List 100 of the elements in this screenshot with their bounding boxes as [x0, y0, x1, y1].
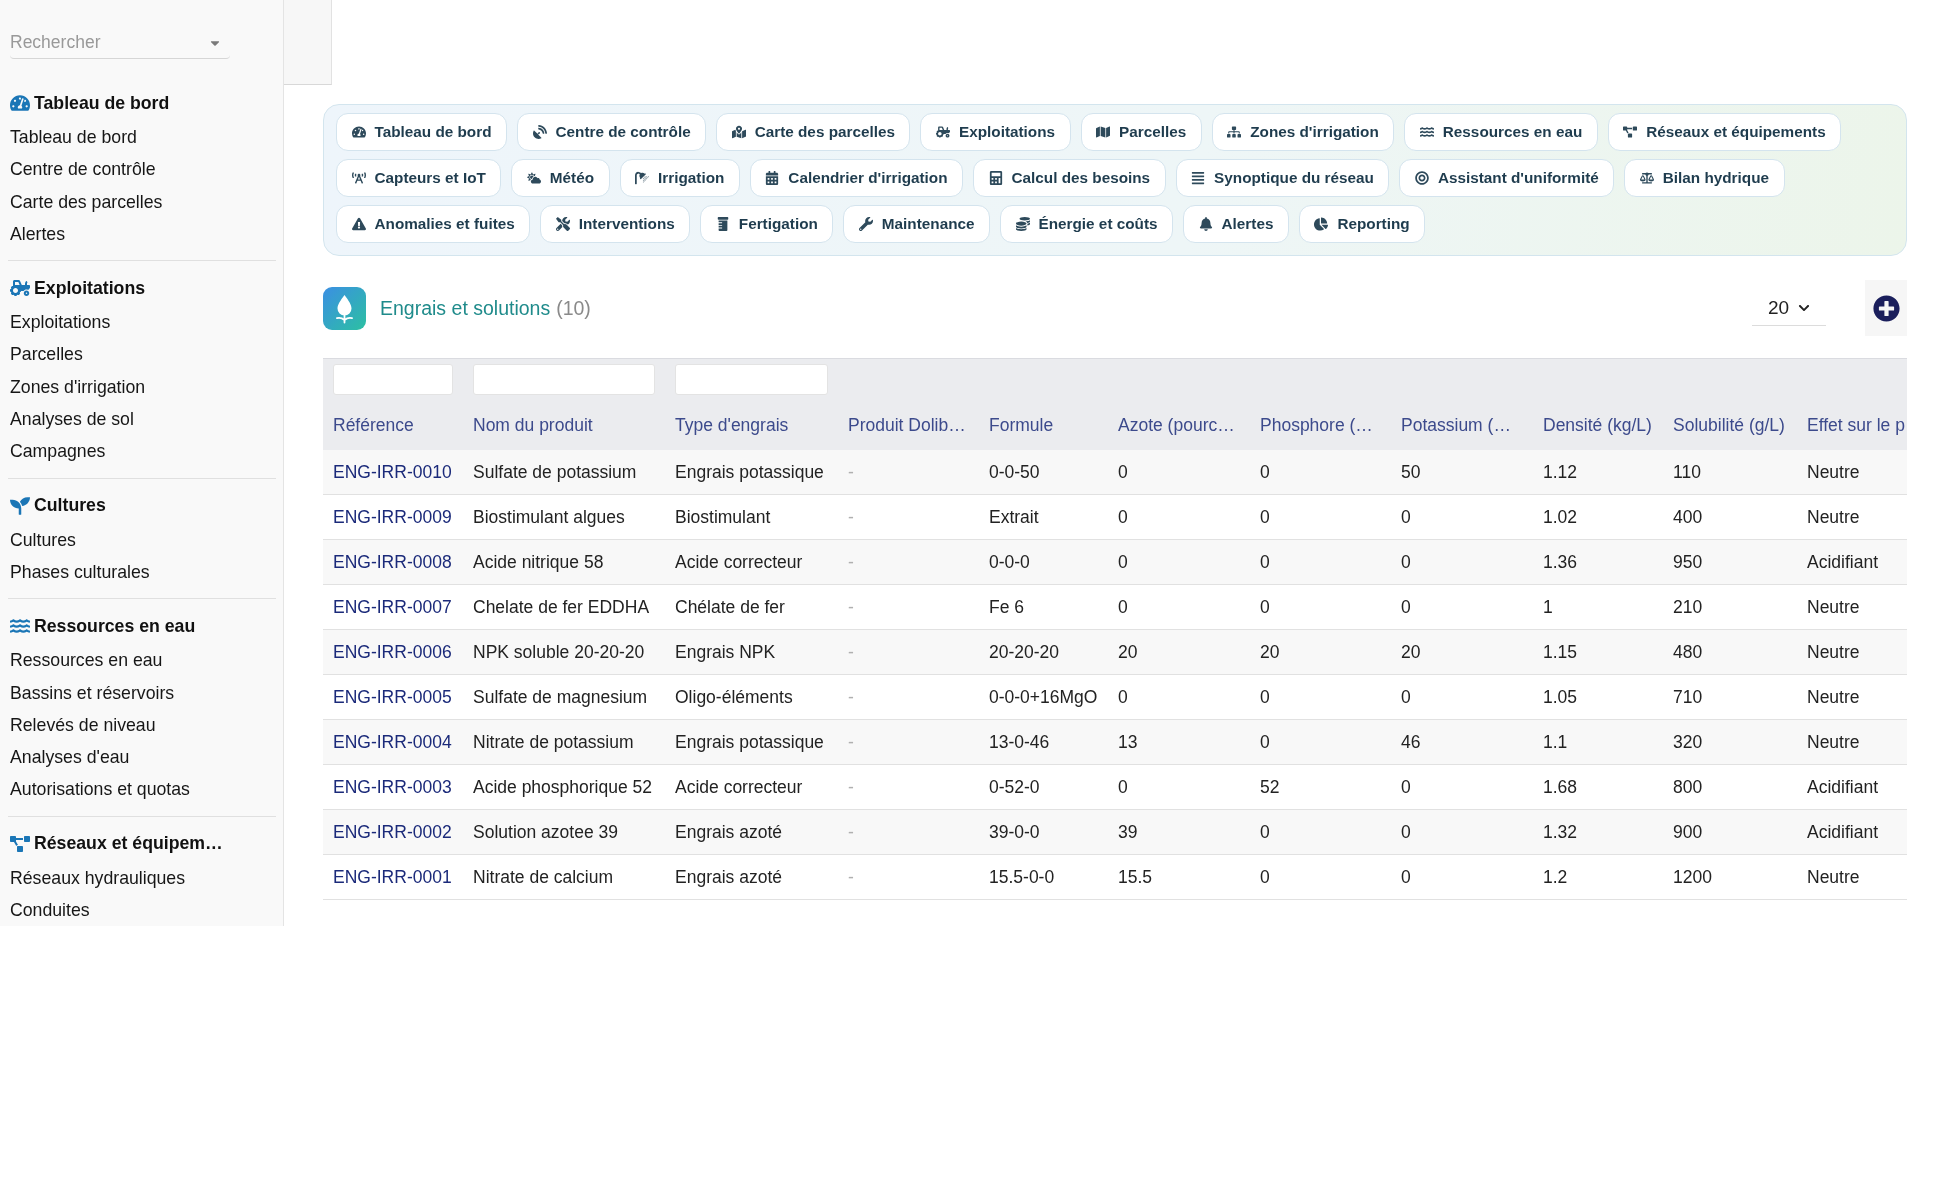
table-cell: 0-0-0 [979, 540, 1108, 585]
nav-button[interactable]: Maintenance [843, 205, 990, 243]
sidebar-section-title: Exploitations [34, 277, 146, 299]
sidebar-item[interactable]: Alertes [10, 217, 66, 251]
sidebar-section-title: Ressources en eau [34, 615, 196, 637]
water-waves-icon [1419, 125, 1434, 139]
nav-button[interactable]: Synoptique du réseau [1175, 159, 1390, 197]
sidebar-item[interactable]: Zones d'irrigation [10, 370, 146, 404]
nav-button[interactable]: Interventions [540, 205, 691, 243]
gauge-icon [351, 125, 366, 139]
bottle-icon [715, 217, 730, 231]
sidebar-item[interactable]: Analyses d'eau [10, 741, 130, 774]
table-cell: 0 [1391, 810, 1533, 855]
nav-button[interactable]: Calendrier d'irrigation [749, 159, 964, 197]
column-header[interactable]: Référence [333, 414, 414, 435]
column-header[interactable]: Effet sur le p [1807, 414, 1905, 435]
table-cell: 13 [1108, 720, 1250, 765]
filter-field[interactable] [473, 364, 655, 395]
sidebar-item[interactable]: Relevés de niveau [10, 708, 156, 742]
table-cell: 480 [1663, 630, 1797, 675]
nav-button[interactable]: Capteurs et IoT [336, 159, 502, 197]
lines-icon [1191, 171, 1206, 185]
target-icon [1414, 171, 1429, 185]
reference-link[interactable]: ENG-IRR-0001 [333, 866, 452, 888]
column-header[interactable]: Solubilité (g/L) [1673, 414, 1785, 435]
table-cell: 0 [1250, 810, 1391, 855]
nav-button[interactable]: Réseaux et équipements [1607, 113, 1842, 151]
nav-button[interactable]: Fertigation [700, 205, 834, 243]
calculator-icon [988, 171, 1003, 185]
column-header[interactable]: Densité (kg/L) [1543, 414, 1652, 435]
table-cell: - [838, 810, 979, 855]
nav-button[interactable]: Assistant d'uniformité [1399, 159, 1615, 197]
sidebar-item[interactable]: Conduites [10, 894, 90, 927]
table-cell: 320 [1663, 720, 1797, 765]
page-size-select[interactable]: 20 [1752, 290, 1826, 326]
table-cell: Engrais potassique [665, 450, 838, 495]
hierarchy-icon [1227, 125, 1242, 139]
sidebar-item[interactable]: Bassins et réservoirs [10, 676, 175, 709]
nav-button[interactable]: Zones d'irrigation [1211, 113, 1395, 151]
sidebar-item[interactable]: Analyses de sol [10, 403, 134, 436]
sidebar-item[interactable]: Campagnes [10, 435, 106, 468]
nav-button[interactable]: Reporting [1298, 205, 1426, 243]
column-header[interactable]: Potassium (… [1401, 414, 1511, 435]
sidebar-item[interactable]: Carte des parcelles [10, 185, 163, 218]
nav-button[interactable]: Tableau de bord [336, 113, 507, 151]
sidebar-item[interactable]: Exploitations [10, 306, 111, 339]
column-header[interactable]: Formule [989, 414, 1054, 435]
sidebar-item[interactable]: Tableau de bord [10, 121, 137, 154]
sidebar-item[interactable]: Parcelles [10, 338, 83, 371]
sidebar-item[interactable]: Autorisations et quotas [10, 773, 190, 806]
table-cell: Sulfate de potassium [463, 450, 665, 495]
column-header[interactable]: Azote (pourc… [1118, 414, 1235, 435]
reference-link[interactable]: ENG-IRR-0007 [333, 596, 452, 618]
table-cell: Engrais potassique [665, 720, 838, 765]
table-cell: 900 [1663, 810, 1797, 855]
sidebar-item[interactable]: Phases culturales [10, 555, 150, 589]
table-cell: Nitrate de potassium [463, 720, 665, 765]
table-cell: 50 [1391, 450, 1533, 495]
sidebar-item[interactable]: Ressources en eau [10, 644, 163, 677]
sidebar-item[interactable]: Centre de contrôle [10, 153, 156, 186]
search-field[interactable]: Rechercher [10, 27, 230, 59]
nav-button[interactable]: Alertes [1183, 205, 1289, 243]
nav-button[interactable]: Bilan hydrique [1624, 159, 1785, 197]
map-pin-icon [731, 125, 746, 139]
table-cell: Acidifiant [1797, 810, 1907, 855]
sidebar-item[interactable]: Réseaux hydrauliques [10, 861, 186, 895]
table-cell: 0 [1250, 720, 1391, 765]
reference-link[interactable]: ENG-IRR-0009 [333, 506, 452, 528]
column-header[interactable]: Type d'engrais [675, 414, 789, 435]
table-cell: - [838, 540, 979, 585]
satellite-dish-icon [532, 125, 547, 139]
column-header[interactable]: Nom du produit [473, 414, 593, 435]
sidebar-section-title: Cultures [34, 495, 106, 517]
sidebar-item[interactable]: Cultures [10, 523, 76, 556]
filter-field[interactable] [333, 364, 453, 395]
nav-button[interactable]: Exploitations [920, 113, 1071, 151]
nav-button[interactable]: Anomalies et fuites [336, 205, 531, 243]
nav-button[interactable]: Ressources en eau [1404, 113, 1598, 151]
table-cell: Neutre [1797, 630, 1907, 675]
table-cell: 950 [1663, 540, 1797, 585]
reference-link[interactable]: ENG-IRR-0005 [333, 686, 452, 708]
nav-button[interactable]: Carte des parcelles [716, 113, 911, 151]
column-header[interactable]: Phosphore (… [1260, 414, 1373, 435]
nav-button[interactable]: Parcelles [1080, 113, 1202, 151]
filter-field[interactable] [675, 364, 828, 395]
table-cell: Neutre [1797, 450, 1907, 495]
nav-button[interactable]: Calcul des besoins [973, 159, 1166, 197]
warning-icon [351, 217, 366, 231]
add-button[interactable] [1865, 280, 1907, 336]
nav-button[interactable]: Irrigation [619, 159, 740, 197]
nav-button[interactable]: Énergie et coûts [1000, 205, 1174, 243]
column-header[interactable]: Produit Dolib… [848, 414, 966, 435]
tractor-icon [10, 278, 30, 299]
nav-button[interactable]: Centre de contrôle [517, 113, 707, 151]
nav-button[interactable]: Météo [511, 159, 610, 197]
table-cell: 0 [1250, 450, 1391, 495]
tractor-icon [936, 125, 950, 139]
reference-link[interactable]: ENG-IRR-0003 [333, 776, 452, 798]
cloud-sun-icon [526, 171, 541, 185]
table-cell: 1.32 [1533, 810, 1663, 855]
